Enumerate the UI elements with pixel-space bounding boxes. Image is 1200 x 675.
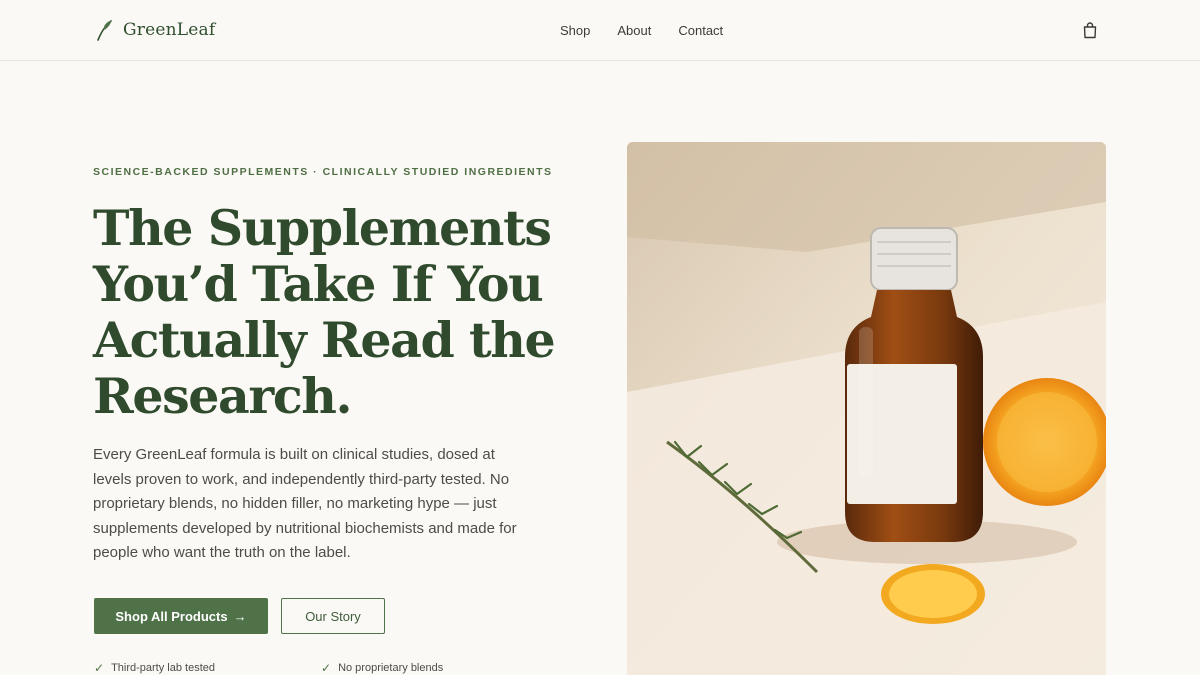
headline-line-3: Actually Read the — [93, 311, 556, 369]
hero-headline: The Supplements You’d Take If You Actual… — [93, 200, 573, 424]
nav-link-shop[interactable]: Shop — [560, 23, 590, 38]
site-header: GreenLeaf Shop About Contact — [0, 0, 1200, 61]
shopping-bag-icon[interactable] — [1082, 21, 1098, 39]
our-story-button[interactable]: Our Story — [281, 598, 385, 634]
main-nav: Shop About Contact — [560, 23, 723, 38]
perk-label: Third-party lab tested — [111, 662, 215, 674]
nav-link-contact[interactable]: Contact — [678, 23, 723, 38]
check-icon: ✓ — [321, 661, 332, 675]
perk-label: No proprietary blends — [338, 662, 444, 674]
perk-no-proprietary-blends: ✓ No proprietary blends — [321, 661, 443, 675]
arrow-right-icon: → — [233, 608, 247, 624]
hero-intro: Every GreenLeaf formula is built on clin… — [93, 446, 517, 561]
headline-line-2: You’d Take If You — [93, 255, 544, 313]
headline-line-1: The Supplements — [93, 199, 552, 257]
perk-lab-tested: ✓ Third-party lab tested — [94, 661, 215, 675]
product-photo-illustration — [627, 142, 1106, 675]
hero-product-image — [627, 142, 1106, 675]
headline-line-4: Research. — [93, 367, 353, 425]
nav-link-about[interactable]: About — [617, 23, 651, 38]
hero-eyebrow: SCIENCE-BACKED SUPPLEMENTS · CLINICALLY … — [93, 166, 553, 178]
brand-name: GreenLeaf — [123, 20, 216, 40]
check-icon: ✓ — [94, 661, 105, 675]
leaf-icon — [97, 20, 112, 41]
brand-logo-link[interactable]: GreenLeaf — [95, 18, 215, 42]
shop-all-products-button[interactable]: Shop All Products → — [94, 598, 268, 634]
shop-all-products-label: Shop All Products — [115, 608, 228, 624]
